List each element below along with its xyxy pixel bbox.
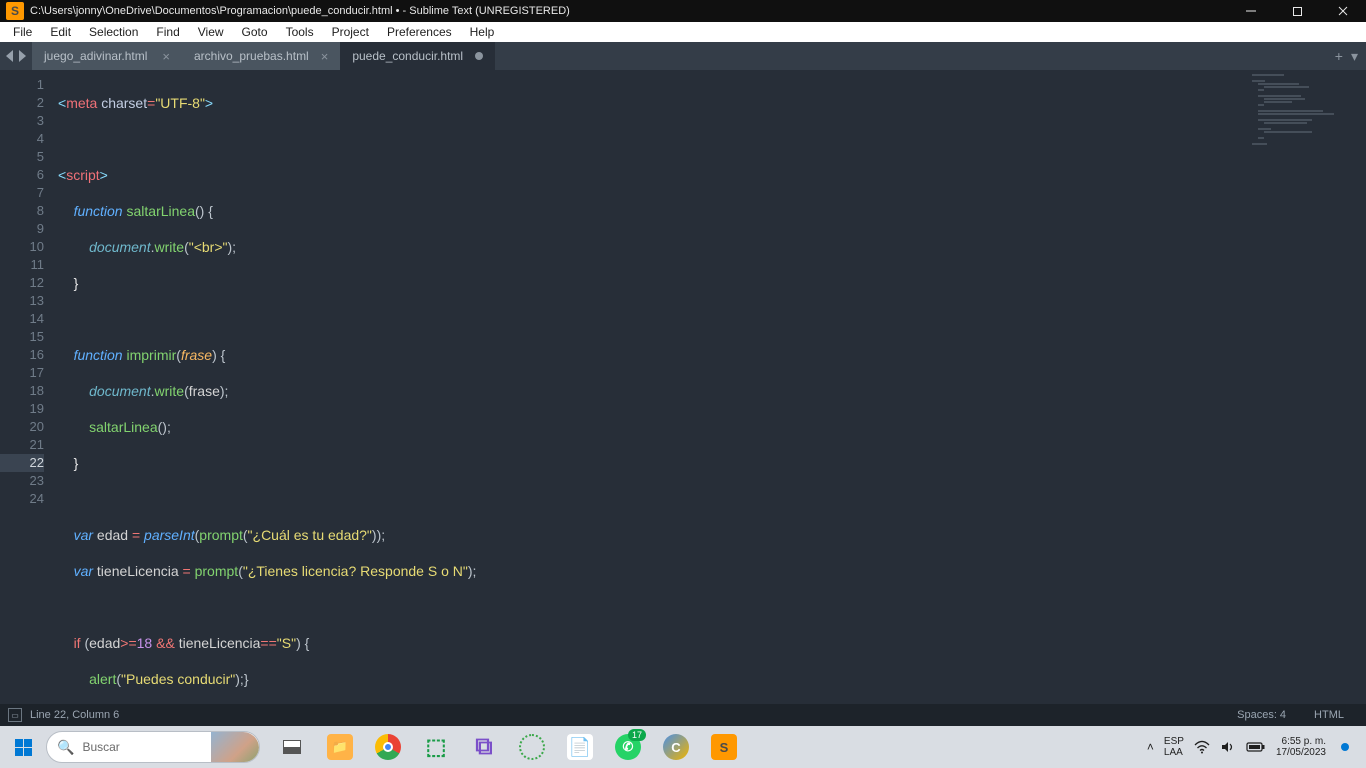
- app-button[interactable]: [512, 727, 552, 767]
- tab-label: juego_adivinar.html: [44, 49, 150, 63]
- menu-goto[interactable]: Goto: [233, 23, 277, 41]
- search-icon: 🔍: [57, 739, 74, 756]
- menu-preferences[interactable]: Preferences: [378, 23, 461, 41]
- volume-icon[interactable]: [1220, 740, 1236, 754]
- nav-forward-icon: [19, 50, 26, 62]
- window-title: C:\Users\jonny\OneDrive\Documentos\Progr…: [30, 5, 1228, 17]
- status-indentation[interactable]: Spaces: 4: [1223, 709, 1300, 721]
- nav-back-icon: [6, 50, 13, 62]
- tab-close-icon[interactable]: ×: [321, 49, 329, 64]
- tab-close-icon[interactable]: ×: [162, 49, 170, 64]
- search-artwork: [211, 732, 259, 763]
- windows-taskbar: 🔍 Buscar 📁 ⬚ ⧉ 📄 ✆17 C S ˄ ESP LAA: [0, 726, 1366, 768]
- whatsapp-button[interactable]: ✆17: [608, 727, 648, 767]
- app-button[interactable]: C: [656, 727, 696, 767]
- tab-archivo-pruebas[interactable]: archivo_pruebas.html ×: [182, 42, 340, 70]
- app-button[interactable]: ⬚: [416, 727, 456, 767]
- menu-edit[interactable]: Edit: [41, 23, 80, 41]
- tab-dirty-icon: [475, 52, 483, 60]
- maximize-button[interactable]: [1274, 0, 1320, 22]
- menu-view[interactable]: View: [189, 23, 233, 41]
- titlebar: S C:\Users\jonny\OneDrive\Documentos\Pro…: [0, 0, 1366, 22]
- wifi-icon[interactable]: [1194, 740, 1210, 754]
- language-indicator[interactable]: ESP LAA: [1164, 736, 1184, 758]
- taskview-button[interactable]: [272, 727, 312, 767]
- status-position: Line 22, Column 6: [30, 709, 119, 721]
- tray-overflow-button[interactable]: ˄: [1147, 740, 1154, 754]
- menu-project[interactable]: Project: [323, 23, 378, 41]
- whatsapp-badge: 17: [628, 729, 646, 741]
- taskbar-search[interactable]: 🔍 Buscar: [46, 731, 260, 763]
- tab-dropdown-button[interactable]: ▾: [1351, 48, 1358, 65]
- editor[interactable]: 123456789101112131415161718192021222324 …: [0, 70, 1366, 704]
- notifications-button[interactable]: [1336, 738, 1354, 756]
- visual-studio-button[interactable]: ⧉: [464, 727, 504, 767]
- gutter: 123456789101112131415161718192021222324: [0, 70, 54, 704]
- taskbar-pinned-apps: 📁 ⬚ ⧉ 📄 ✆17 C S: [272, 727, 744, 767]
- windows-logo-icon: [15, 739, 32, 756]
- start-button[interactable]: [6, 730, 40, 764]
- code-area[interactable]: <meta charset="UTF-8"> <script> function…: [54, 70, 1366, 704]
- tab-juego-adivinar[interactable]: juego_adivinar.html ×: [32, 42, 182, 70]
- menubar: File Edit Selection Find View Goto Tools…: [0, 22, 1366, 42]
- tab-history-nav[interactable]: [0, 42, 32, 70]
- close-button[interactable]: [1320, 0, 1366, 22]
- tab-label: archivo_pruebas.html: [194, 49, 309, 63]
- app-button[interactable]: 📄: [560, 727, 600, 767]
- system-tray: ˄ ESP LAA 6:55 p. m. 17/05/2023: [1141, 736, 1360, 758]
- minimap[interactable]: [1246, 70, 1366, 704]
- menu-tools[interactable]: Tools: [277, 23, 323, 41]
- minimize-button[interactable]: [1228, 0, 1274, 22]
- status-syntax[interactable]: HTML: [1300, 709, 1358, 721]
- tabbar: juego_adivinar.html × archivo_pruebas.ht…: [0, 42, 1366, 70]
- menu-selection[interactable]: Selection: [80, 23, 147, 41]
- sublime-window: S C:\Users\jonny\OneDrive\Documentos\Pro…: [0, 0, 1366, 768]
- new-tab-button[interactable]: +: [1335, 48, 1343, 64]
- tab-label: puede_conducir.html: [352, 49, 463, 63]
- menu-find[interactable]: Find: [147, 23, 188, 41]
- panel-switcher-icon[interactable]: ▭: [8, 708, 22, 722]
- file-explorer-button[interactable]: 📁: [320, 727, 360, 767]
- app-icon: S: [6, 2, 24, 20]
- statusbar: ▭ Line 22, Column 6 Spaces: 4 HTML: [0, 704, 1366, 726]
- clock[interactable]: 6:55 p. m. 17/05/2023: [1276, 736, 1326, 758]
- chrome-button[interactable]: [368, 727, 408, 767]
- battery-icon[interactable]: [1246, 741, 1266, 753]
- tab-puede-conducir[interactable]: puede_conducir.html: [340, 42, 495, 70]
- menu-file[interactable]: File: [4, 23, 41, 41]
- notification-dot-icon: [1341, 743, 1349, 751]
- sublime-button[interactable]: S: [704, 727, 744, 767]
- menu-help[interactable]: Help: [461, 23, 504, 41]
